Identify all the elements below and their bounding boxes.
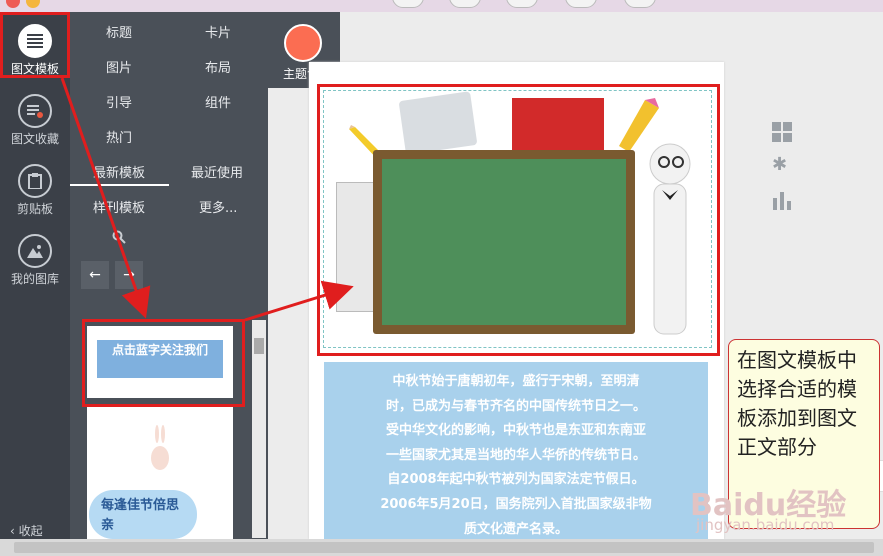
arrow-to-document — [244, 280, 354, 322]
annotation-arrows — [60, 77, 354, 322]
arrow-to-template — [60, 77, 151, 319]
